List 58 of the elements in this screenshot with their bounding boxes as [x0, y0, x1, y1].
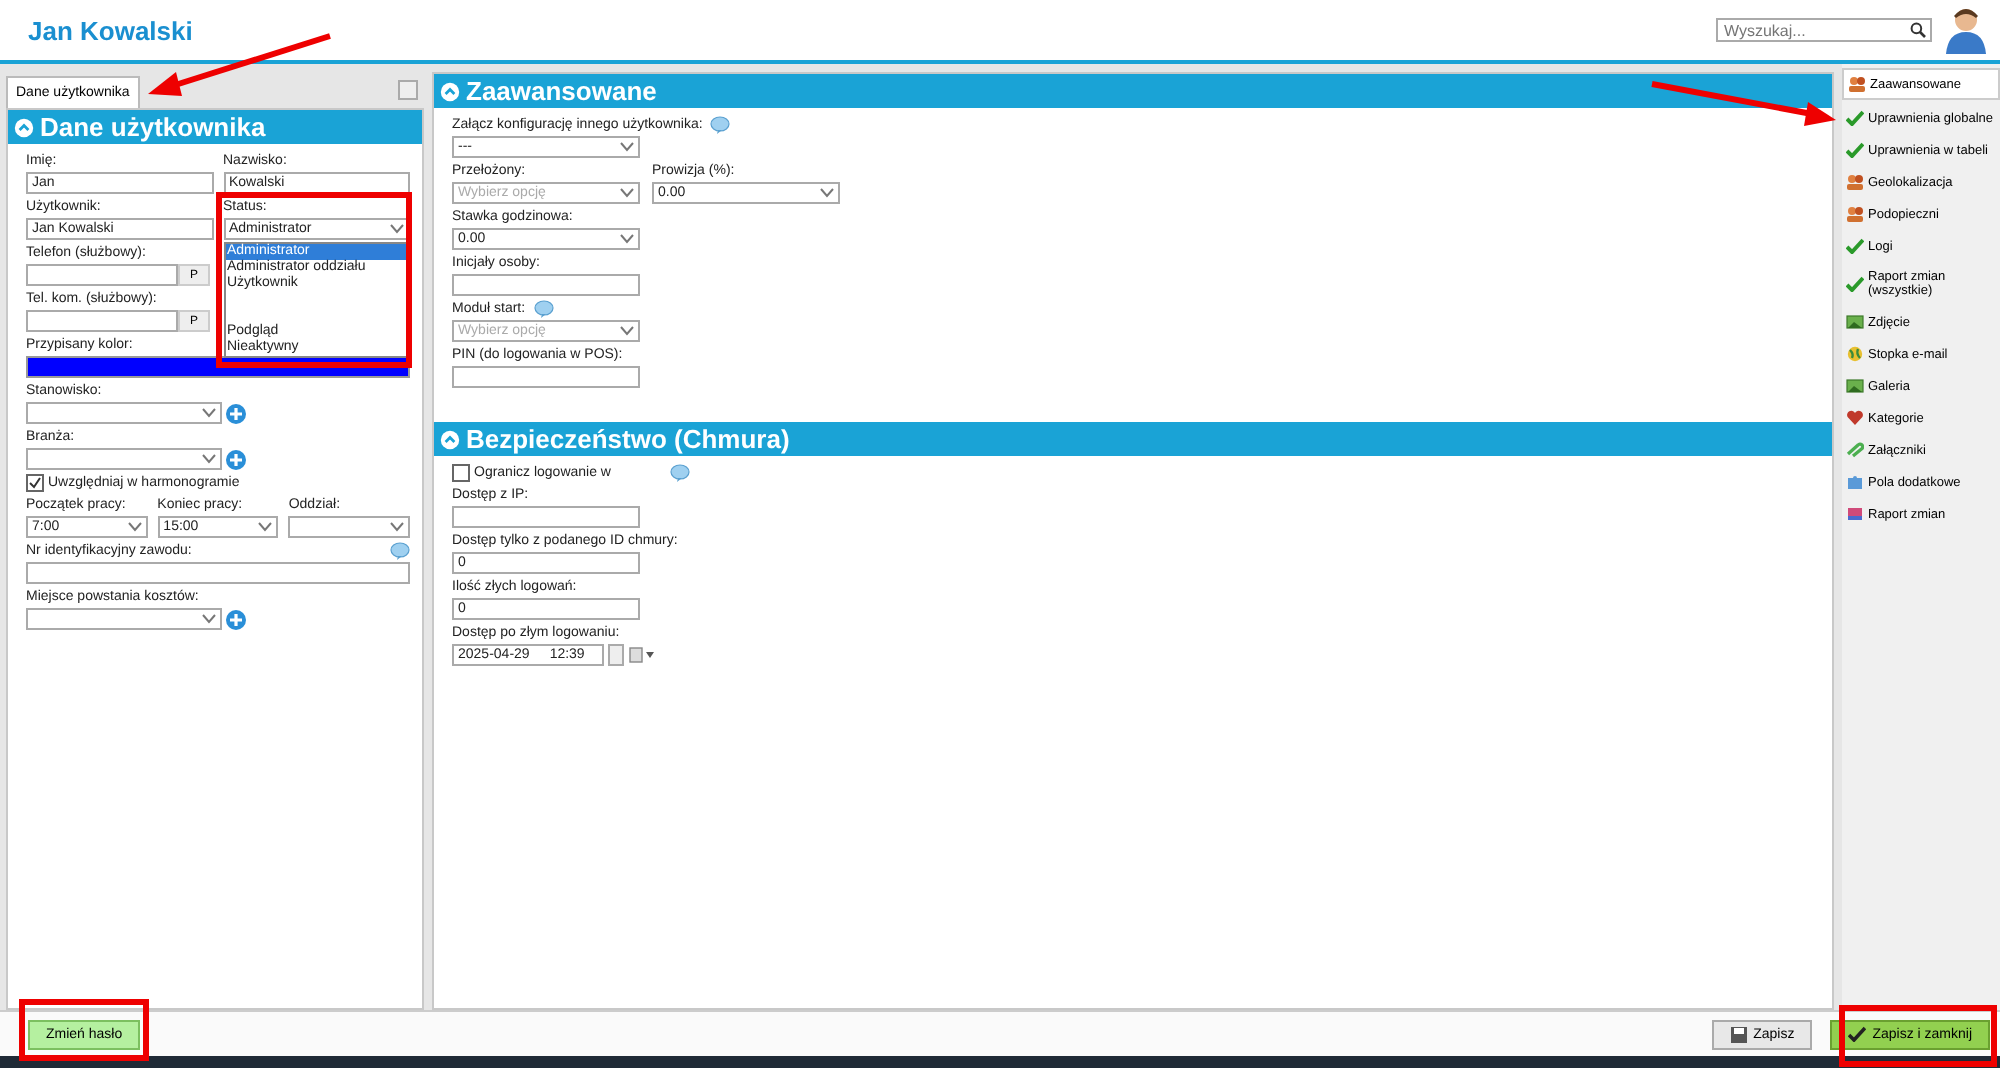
- photo-icon: [1846, 378, 1864, 394]
- info-bubble-icon[interactable]: [670, 464, 691, 482]
- book-icon: [1846, 506, 1864, 522]
- search-field[interactable]: Wyszukaj...: [1716, 18, 1932, 42]
- highlight-frame: [19, 999, 149, 1061]
- info-bubble-icon[interactable]: [710, 116, 731, 134]
- chevron-icon: [390, 522, 405, 532]
- collapse-icon[interactable]: [14, 117, 34, 137]
- chevron-icon: [202, 454, 216, 464]
- globe-icon: [1846, 346, 1864, 362]
- select-field[interactable]: [26, 402, 222, 424]
- checkbox[interactable]: [452, 464, 470, 482]
- close-panel-icon[interactable]: [398, 80, 418, 100]
- section-title: Zaawansowane: [466, 76, 657, 106]
- chevron-icon: [620, 326, 634, 336]
- user-avatar-icon[interactable]: [1944, 6, 1988, 54]
- add-icon[interactable]: [226, 609, 246, 629]
- puzzle-icon: [1846, 474, 1864, 490]
- checkmark-icon: [1846, 238, 1864, 254]
- chevron-icon: [127, 522, 142, 532]
- text-field[interactable]: [26, 310, 178, 332]
- select-field[interactable]: [26, 608, 222, 630]
- add-icon[interactable]: [226, 449, 246, 469]
- add-icon[interactable]: [226, 403, 246, 423]
- info-bubble-icon[interactable]: [390, 542, 410, 560]
- chevron-icon: [820, 188, 834, 198]
- section-title: Bezpieczeństwo (Chmura): [466, 424, 790, 454]
- select-field[interactable]: [26, 448, 222, 470]
- search-icon[interactable]: [1910, 22, 1926, 38]
- text-field[interactable]: [452, 274, 640, 296]
- collapse-icon[interactable]: [440, 429, 460, 449]
- text-field[interactable]: [26, 562, 410, 584]
- checkmark-icon: [1848, 1026, 1867, 1042]
- checkbox[interactable]: [26, 474, 44, 492]
- heart-icon: [1846, 410, 1864, 426]
- collapse-icon[interactable]: [440, 81, 460, 101]
- chevron-icon: [390, 224, 404, 234]
- paperclip-icon: [1846, 442, 1864, 458]
- checkmark-icon: [1846, 276, 1864, 292]
- info-bubble-icon[interactable]: [533, 300, 554, 318]
- chevron-icon: [202, 614, 216, 624]
- people-icon: [1846, 206, 1864, 222]
- chevron-icon: [620, 234, 634, 244]
- text-field[interactable]: [452, 506, 640, 528]
- chevron-icon: [202, 408, 216, 418]
- photo-icon: [1846, 314, 1864, 330]
- text-field[interactable]: [452, 366, 640, 388]
- text-field[interactable]: [26, 264, 178, 286]
- spinner-icon[interactable]: [608, 644, 624, 666]
- people-icon: [1848, 76, 1866, 92]
- calendar-icon[interactable]: [628, 646, 656, 664]
- chevron-icon: [258, 522, 273, 532]
- people-icon: [1846, 174, 1864, 190]
- select-field[interactable]: [288, 516, 411, 538]
- chevron-icon: [620, 188, 634, 198]
- chevron-icon: [620, 142, 634, 152]
- page-title: Jan Kowalski: [28, 15, 195, 45]
- section-title: Dane użytkownika: [40, 112, 266, 142]
